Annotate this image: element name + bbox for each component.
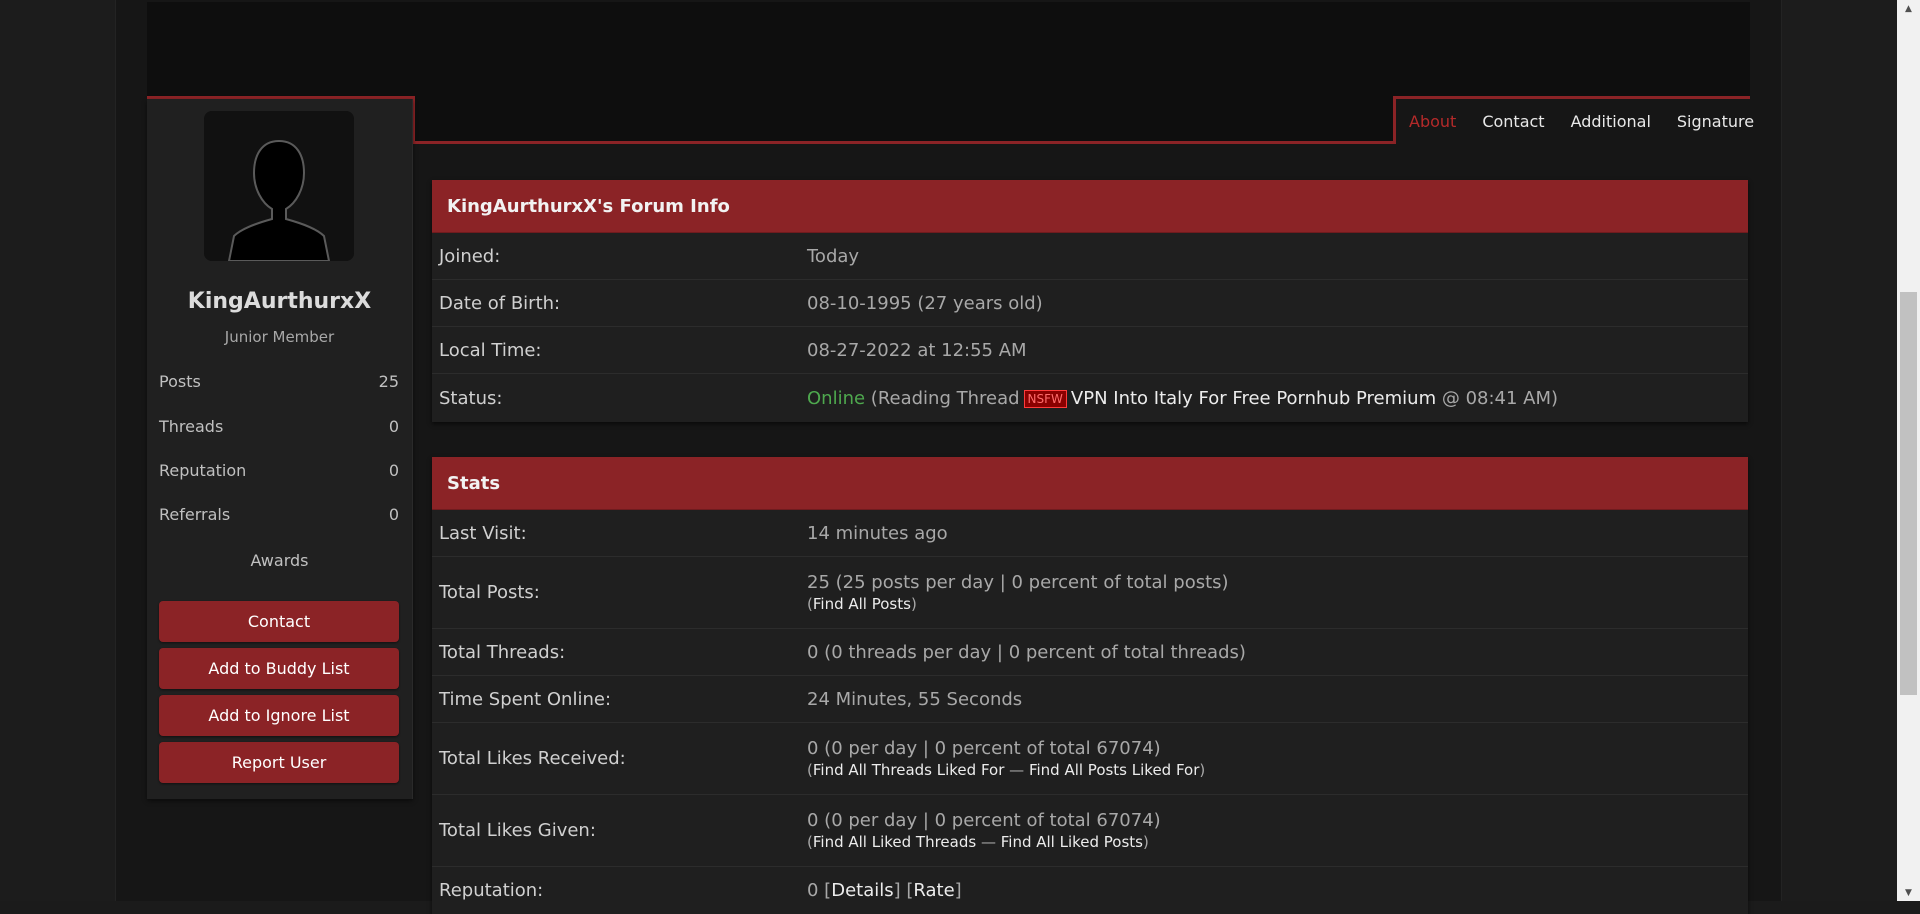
- stat-label: Reputation: [159, 461, 247, 480]
- row-label: Local Time:: [439, 339, 542, 361]
- row-value: 25 (25 posts per day | 0 percent of tota…: [807, 557, 1748, 628]
- row-label: Joined:: [439, 245, 501, 267]
- row-value: 0 (0 per day | 0 percent of total 67074)…: [807, 795, 1748, 866]
- row-label: Total Likes Received:: [439, 748, 626, 769]
- contact-button[interactable]: Contact: [159, 601, 399, 642]
- vertical-scrollbar[interactable]: ▲ ▼: [1897, 0, 1920, 901]
- row-value: Today: [807, 245, 860, 267]
- tab-additional[interactable]: Additional: [1558, 112, 1664, 131]
- add-ignore-button[interactable]: Add to Ignore List: [159, 695, 399, 736]
- reading-prefix: (Reading Thread: [870, 387, 1020, 409]
- likes-given-value: 0 (0 per day | 0 percent of total 67074): [807, 810, 1161, 831]
- likes-given-links: (Find All Liked Threads — Find All Liked…: [807, 833, 1748, 851]
- reputation-value: 0: [807, 880, 819, 901]
- row-label: Time Spent Online:: [439, 688, 612, 710]
- row-label: Reputation:: [439, 880, 544, 901]
- likes-received-value: 0 (0 per day | 0 percent of total 67074): [807, 738, 1161, 759]
- scrollbar-thumb[interactable]: [1900, 292, 1917, 695]
- tab-about[interactable]: About: [1396, 112, 1469, 131]
- add-buddy-button[interactable]: Add to Buddy List: [159, 648, 399, 689]
- total-posts-value: 25 (25 posts per day | 0 percent of tota…: [807, 572, 1229, 593]
- row-label: Total Threads:: [439, 641, 566, 663]
- tab-contact[interactable]: Contact: [1469, 112, 1557, 131]
- stat-label: Posts: [159, 372, 201, 391]
- report-user-button[interactable]: Report User: [159, 742, 399, 783]
- total-posts-links: (Find All Posts): [807, 595, 1748, 613]
- header-banner: [147, 2, 1750, 98]
- nsfw-badge: NSFW: [1023, 389, 1067, 408]
- tab-signature[interactable]: Signature: [1664, 112, 1767, 131]
- stat-value: 25: [378, 372, 399, 391]
- reputation-line: 0 [Details] [Rate]: [807, 880, 962, 901]
- stats-panel: Stats Last Visit: 14 minutes ago Total P…: [432, 457, 1748, 914]
- scroll-down-arrow-icon[interactable]: ▼: [1897, 884, 1920, 901]
- thread-link[interactable]: VPN Into Italy For Free Pornhub Premium: [1071, 388, 1436, 409]
- row-label: Total Likes Given:: [439, 820, 596, 841]
- likes-received-links: (Find All Threads Liked For — Find All P…: [807, 761, 1748, 779]
- status-time: @ 08:41 AM): [1441, 387, 1559, 409]
- status-line: Online (Reading Thread NSFW VPN Into Italy…: [807, 388, 1748, 409]
- row-value: 08-27-2022 at 12:55 AM: [807, 339, 1027, 361]
- stat-value: 0: [388, 505, 399, 524]
- find-liked-threads-link[interactable]: Find All Liked Threads: [813, 833, 976, 851]
- online-status: Online: [807, 387, 866, 409]
- stat-reputation: Reputation 0: [159, 461, 399, 480]
- stat-posts: Posts 25: [159, 372, 399, 391]
- row-value: 14 minutes ago: [807, 522, 948, 544]
- row-total-posts: Total Posts: 25 (25 posts per day | 0 pe…: [432, 557, 1748, 629]
- row-value: 0 [Details] [Rate]: [807, 867, 1748, 914]
- forum-info-panel: KingAurthurxX's Forum Info Joined: Today…: [432, 180, 1748, 422]
- stat-threads: Threads 0: [159, 417, 399, 436]
- row-label: Date of Birth:: [439, 292, 561, 314]
- row-local-time: Local Time: 08-27-2022 at 12:55 AM: [432, 327, 1748, 374]
- stat-value: 0: [388, 461, 399, 480]
- avatar[interactable]: [204, 111, 354, 261]
- profile-tabs: About Contact Additional Signature: [1396, 99, 1767, 144]
- row-label: Status:: [439, 387, 503, 409]
- row-value: 0 (0 per day | 0 percent of total 67074)…: [807, 723, 1748, 794]
- stats-title: Stats: [432, 457, 1748, 510]
- row-value: 08-10-1995 (27 years old): [807, 292, 1043, 314]
- find-threads-liked-link[interactable]: Find All Threads Liked For: [813, 761, 1005, 779]
- profile-sidebar: KingAurthurxX Junior Member Posts 25 Thr…: [147, 99, 413, 799]
- row-status: Status: Online (Reading Thread NSFW VPN In…: [432, 374, 1748, 422]
- paren-close: ): [1143, 833, 1149, 851]
- awards-label[interactable]: Awards: [147, 551, 412, 570]
- row-joined: Joined: Today: [432, 233, 1748, 280]
- profile-usertitle: Junior Member: [224, 328, 335, 346]
- row-likes-received: Total Likes Received: 0 (0 per day | 0 p…: [432, 723, 1748, 795]
- scroll-up-arrow-icon[interactable]: ▲: [1897, 0, 1920, 17]
- find-all-posts-link[interactable]: Find All Posts: [813, 595, 911, 613]
- tab-bar-frame: [412, 96, 1396, 144]
- row-dob: Date of Birth: 08-10-1995 (27 years old): [432, 280, 1748, 327]
- stat-label: Threads: [159, 417, 224, 436]
- paren-close: ): [1199, 761, 1206, 779]
- forum-info-title: KingAurthurxX's Forum Info: [432, 180, 1748, 233]
- row-label: Total Posts:: [439, 582, 540, 603]
- default-avatar-icon: [204, 111, 354, 261]
- separator: —: [1004, 761, 1029, 779]
- stat-referrals: Referrals 0: [159, 505, 399, 524]
- reputation-rate-link[interactable]: Rate: [913, 880, 954, 901]
- row-reputation: Reputation: 0 [Details] [Rate]: [432, 867, 1748, 914]
- find-posts-liked-link[interactable]: Find All Posts Liked For: [1029, 761, 1199, 779]
- row-last-visit: Last Visit: 14 minutes ago: [432, 510, 1748, 557]
- row-time-online: Time Spent Online: 24 Minutes, 55 Second…: [432, 676, 1748, 723]
- row-value: 0 (0 threads per day | 0 percent of tota…: [807, 641, 1246, 663]
- row-label: Last Visit:: [439, 522, 527, 544]
- row-total-threads: Total Threads: 0 (0 threads per day | 0 …: [432, 629, 1748, 676]
- profile-username: KingAurthurxX: [187, 289, 372, 314]
- reputation-details-link[interactable]: Details: [831, 880, 893, 901]
- find-liked-posts-link[interactable]: Find All Liked Posts: [1001, 833, 1143, 851]
- stat-value: 0: [388, 417, 399, 436]
- row-value: 24 Minutes, 55 Seconds: [807, 688, 1023, 710]
- separator: —: [976, 833, 1001, 851]
- row-value: Online (Reading Thread NSFW VPN Into Italy…: [807, 374, 1748, 422]
- row-likes-given: Total Likes Given: 0 (0 per day | 0 perc…: [432, 795, 1748, 867]
- paren-close: ): [910, 595, 917, 613]
- stat-label: Referrals: [159, 505, 231, 524]
